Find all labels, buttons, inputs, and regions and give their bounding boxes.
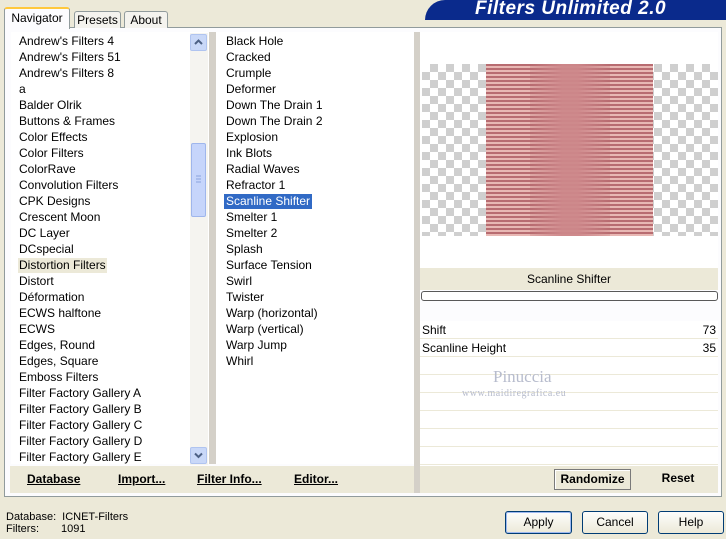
brand-banner: Filters Unlimited 2.0: [425, 0, 726, 20]
database-value: ICNET-Filters: [62, 511, 129, 523]
category-item[interactable]: Andrew's Filters 51: [18, 50, 122, 65]
category-item[interactable]: Distortion Filters: [18, 258, 107, 273]
filter-item[interactable]: Radial Waves: [224, 162, 302, 177]
parameter-label: Scanline Height: [422, 341, 507, 355]
category-item[interactable]: Crescent Moon: [18, 210, 101, 225]
filter-info-button[interactable]: Filter Info...: [197, 472, 262, 486]
filter-item[interactable]: Swirl: [224, 274, 254, 289]
category-scrollbar[interactable]: [190, 33, 208, 465]
chevron-up-icon: [194, 39, 203, 45]
category-item[interactable]: Andrew's Filters 4: [18, 34, 115, 49]
parameter-value: 73: [702, 323, 716, 337]
tab-presets[interactable]: Presets: [74, 11, 121, 28]
filters-count-value: 1091: [61, 523, 86, 535]
editor-button[interactable]: Editor...: [294, 472, 338, 486]
list-separator: [209, 32, 216, 464]
parameter-row: [420, 411, 718, 429]
category-item[interactable]: Buttons & Frames: [18, 114, 116, 129]
filter-item[interactable]: Crumple: [224, 66, 273, 81]
tab-about[interactable]: About: [124, 11, 168, 28]
preview-image-highlight: [530, 64, 610, 236]
category-item[interactable]: CPK Designs: [18, 194, 91, 209]
right-button-bar: Randomize Reset: [420, 466, 718, 493]
filter-item[interactable]: Ink Blots: [224, 146, 274, 161]
filter-item[interactable]: Whirl: [224, 354, 255, 369]
left-button-bar: Database Import... Filter Info... Editor…: [10, 466, 414, 493]
filters-count-label: Filters:: [6, 523, 39, 535]
filter-item[interactable]: Surface Tension: [224, 258, 314, 273]
cancel-button[interactable]: Cancel: [582, 511, 648, 534]
filter-item[interactable]: Cracked: [224, 50, 273, 65]
scroll-down-button[interactable]: [190, 447, 207, 464]
import-button[interactable]: Import...: [118, 472, 165, 486]
filter-item[interactable]: Deformer: [224, 82, 278, 97]
brand-title: Filters Unlimited 2.0: [475, 0, 667, 19]
category-item[interactable]: ECWS: [18, 322, 56, 337]
filter-name-label: Scanline Shifter: [526, 272, 612, 286]
filter-item[interactable]: Refractor 1: [224, 178, 287, 193]
parameter-row[interactable]: Shift 73: [420, 321, 718, 339]
category-item[interactable]: a: [18, 82, 27, 97]
parameter-row: [420, 429, 718, 447]
filter-item[interactable]: Smelter 2: [224, 226, 279, 241]
category-item[interactable]: Distort: [18, 274, 55, 289]
category-item[interactable]: DC Layer: [18, 226, 71, 241]
filter-item[interactable]: Twister: [224, 290, 266, 305]
category-item[interactable]: Filter Factory Gallery E: [18, 450, 143, 464]
chevron-down-icon: [194, 452, 203, 459]
category-item[interactable]: Balder Olrik: [18, 98, 83, 113]
filter-item[interactable]: Scanline Shifter: [224, 194, 313, 209]
tab-navigator[interactable]: Navigator: [4, 7, 70, 29]
filter-item[interactable]: Down The Drain 2: [224, 114, 325, 129]
filter-item[interactable]: Explosion: [224, 130, 280, 145]
category-item[interactable]: DCspecial: [18, 242, 75, 257]
category-item[interactable]: Filter Factory Gallery B: [18, 402, 143, 417]
watermark-url: www.maidiregrafica.eu: [462, 388, 567, 399]
category-item[interactable]: Filter Factory Gallery D: [18, 434, 143, 449]
category-item[interactable]: Filter Factory Gallery C: [18, 418, 143, 433]
filter-item[interactable]: Down The Drain 1: [224, 98, 325, 113]
category-item[interactable]: ECWS halftone: [18, 306, 102, 321]
grip-icon: [196, 175, 201, 183]
reset-button[interactable]: Reset: [648, 469, 708, 490]
watermark-name: Pinuccia: [493, 367, 552, 386]
filter-item[interactable]: Warp (vertical): [224, 322, 306, 337]
filter-item[interactable]: Black Hole: [224, 34, 285, 49]
help-button[interactable]: Help: [658, 511, 724, 534]
category-item[interactable]: Filter Factory Gallery A: [18, 386, 142, 401]
category-item[interactable]: Déformation: [18, 290, 85, 305]
category-item[interactable]: ColorRave: [18, 162, 77, 177]
database-label: Database:: [6, 511, 57, 523]
apply-button[interactable]: Apply: [505, 511, 572, 534]
parameter-row: [420, 357, 718, 375]
filter-item[interactable]: Warp Jump: [224, 338, 289, 353]
category-item[interactable]: Color Filters: [18, 146, 85, 161]
filter-item[interactable]: Smelter 1: [224, 210, 279, 225]
filter-item[interactable]: Splash: [224, 242, 265, 257]
category-item[interactable]: Emboss Filters: [18, 370, 99, 385]
parameter-value: 35: [702, 341, 716, 355]
filter-item[interactable]: Warp (horizontal): [224, 306, 320, 321]
database-button[interactable]: Database: [27, 472, 80, 486]
filter-list[interactable]: Black Hole Cracked Crumple Deformer Down The…: [216, 32, 414, 464]
parameter-row[interactable]: Scanline Height 35: [420, 339, 718, 357]
progress-bar: [421, 291, 718, 301]
parameter-label: Shift: [422, 323, 447, 337]
category-item[interactable]: Edges, Round: [18, 338, 96, 353]
category-item[interactable]: Andrew's Filters 8: [18, 66, 115, 81]
category-item[interactable]: Edges, Square: [18, 354, 99, 369]
status-area: Database: ICNET-Filters Filters: 1091: [6, 511, 128, 535]
category-list[interactable]: Andrew's Filters 4 Andrew's Filters 51 And…: [11, 32, 209, 464]
category-item[interactable]: Color Effects: [18, 130, 88, 145]
scroll-thumb[interactable]: [191, 143, 206, 217]
randomize-button[interactable]: Randomize: [554, 469, 631, 490]
scroll-up-button[interactable]: [190, 34, 207, 51]
parameter-row: [420, 447, 718, 465]
category-item[interactable]: Convolution Filters: [18, 178, 119, 193]
